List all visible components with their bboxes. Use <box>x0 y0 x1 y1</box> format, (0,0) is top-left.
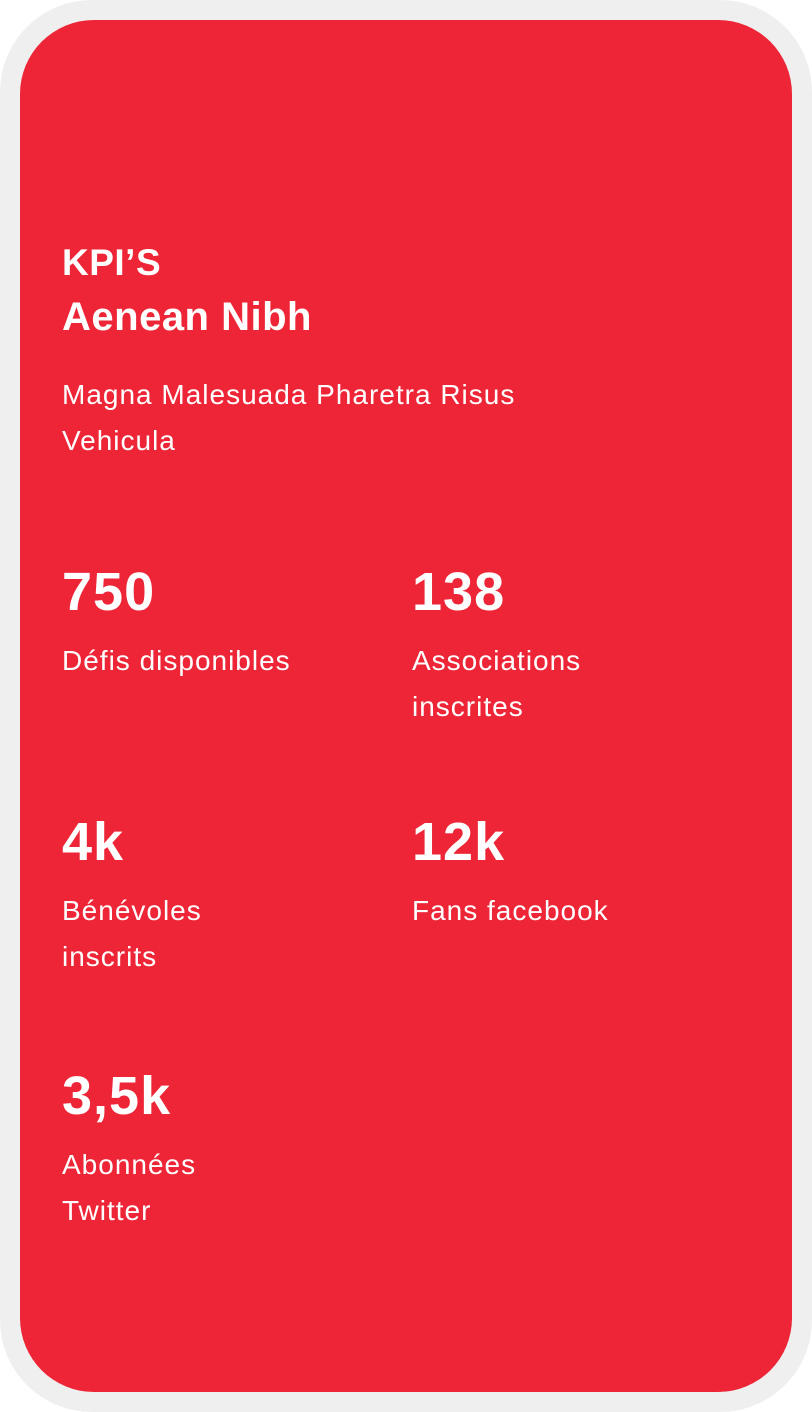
stat-value: 12k <box>412 812 506 872</box>
stat-value: 3,5k <box>62 1066 172 1126</box>
stat-label: Défis disponibles <box>62 645 291 676</box>
stat-defis: 750 Défis disponibles <box>62 560 372 684</box>
stat-value: 750 <box>62 562 156 622</box>
kpi-kicker: KPI’S <box>62 242 162 283</box>
kpi-content: KPI’S Aenean Nibh Magna Malesuada Pharet… <box>62 238 750 1226</box>
phone-frame: KPI’S Aenean Nibh Magna Malesuada Pharet… <box>0 0 812 1412</box>
stat-abonnees-twitter: 3,5k Abonnées Twitter <box>62 1064 372 1234</box>
kpi-card: KPI’S Aenean Nibh Magna Malesuada Pharet… <box>20 20 792 1392</box>
stat-fans-facebook: 12k Fans facebook <box>412 810 722 934</box>
stat-value: 138 <box>412 562 506 622</box>
stat-label: Abonnées Twitter <box>62 1149 197 1226</box>
stat-label: Fans facebook <box>412 895 609 926</box>
page-subtitle: Magna Malesuada Pharetra Risus Vehicula <box>62 379 516 456</box>
stat-label: Bénévoles inscrits <box>62 895 202 972</box>
stat-benevoles: 4k Bénévoles inscrits <box>62 810 372 980</box>
stat-label: Associations inscrites <box>412 645 582 722</box>
stat-associations: 138 Associations inscrites <box>412 560 722 730</box>
page-title: Aenean Nibh <box>62 295 312 339</box>
stat-value: 4k <box>62 812 125 872</box>
